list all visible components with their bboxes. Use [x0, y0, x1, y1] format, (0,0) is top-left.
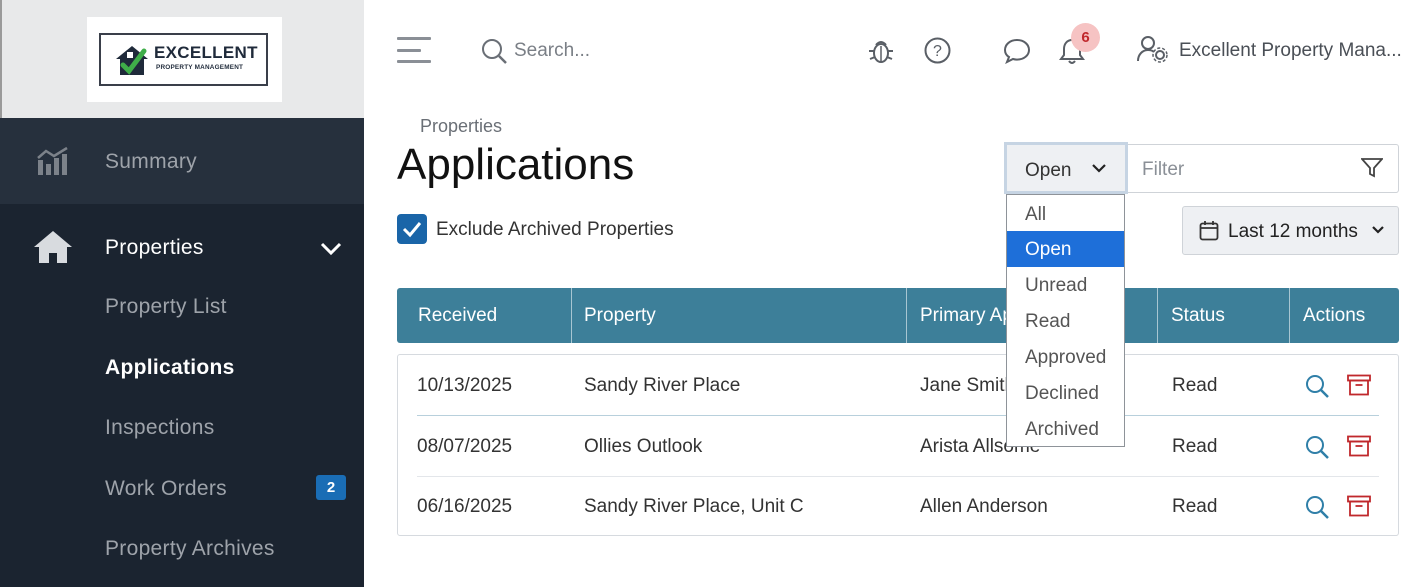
- bug-icon[interactable]: [868, 37, 894, 65]
- archive-icon[interactable]: [1347, 495, 1371, 517]
- table-row[interactable]: 08/07/2025 Ollies Outlook Arista Allsome…: [398, 416, 1398, 476]
- logo-text: EXCELLENT: [154, 43, 258, 62]
- table-row[interactable]: 10/13/2025 Sandy River Place Jane Smith …: [398, 355, 1398, 415]
- date-range-label: Last 12 months: [1228, 221, 1358, 242]
- chart-icon: [37, 146, 68, 175]
- status-filter-select[interactable]: Open: [1004, 142, 1128, 194]
- cell-received: 08/07/2025: [417, 436, 513, 457]
- status-option-read[interactable]: Read: [1007, 303, 1124, 339]
- breadcrumb[interactable]: Properties: [420, 116, 502, 137]
- cell-property: Sandy River Place, Unit C: [584, 496, 804, 517]
- applications-table: 10/13/2025 Sandy River Place Jane Smith …: [397, 354, 1399, 536]
- status-option-unread[interactable]: Unread: [1007, 267, 1124, 303]
- table-row[interactable]: 06/16/2025 Sandy River Place, Unit C All…: [398, 476, 1398, 536]
- date-range-button[interactable]: Last 12 months: [1182, 206, 1399, 255]
- cell-property: Sandy River Place: [584, 375, 741, 396]
- column-header-primary-applicant[interactable]: Primary Ap: [920, 288, 1013, 343]
- search-icon[interactable]: [481, 38, 507, 64]
- cell-received: 06/16/2025: [417, 496, 513, 517]
- logo-house-icon: [116, 46, 148, 75]
- user-menu[interactable]: Excellent Property Mana...: [1179, 40, 1402, 62]
- sidebar-item-applications[interactable]: Applications: [105, 356, 235, 380]
- search-input[interactable]: Search...: [514, 40, 590, 62]
- cell-property: Ollies Outlook: [584, 436, 703, 457]
- chevron-down-icon: [1372, 226, 1384, 234]
- chat-icon[interactable]: [1003, 38, 1031, 64]
- view-icon[interactable]: [1305, 435, 1329, 459]
- sidebar-item-properties[interactable]: Properties: [0, 210, 364, 286]
- filter-icon[interactable]: [1361, 158, 1383, 178]
- cell-applicant: Allen Anderson: [920, 496, 1048, 517]
- notification-badge: 6: [1071, 23, 1100, 52]
- status-option-open[interactable]: Open: [1007, 231, 1124, 267]
- chevron-down-icon: [1092, 164, 1106, 173]
- filter-input[interactable]: Filter: [1128, 144, 1399, 193]
- status-filter-value: Open: [1025, 160, 1072, 181]
- status-filter-dropdown: All Open Unread Read Approved Declined A…: [1006, 194, 1125, 447]
- sidebar: EXCELLENT PROPERTY MANAGEMENT Summary Pr…: [0, 0, 364, 587]
- cell-applicant: Jane Smith: [920, 375, 1016, 396]
- calendar-icon: [1199, 221, 1219, 241]
- checkmark-icon: [402, 222, 422, 238]
- column-header-received[interactable]: Received: [418, 288, 497, 343]
- status-option-all[interactable]: All: [1007, 196, 1124, 232]
- sidebar-item-label: Properties: [105, 236, 204, 259]
- chevron-down-icon: [320, 242, 342, 256]
- column-header-actions: Actions: [1303, 305, 1366, 326]
- sidebar-item-work-orders[interactable]: Work Orders: [105, 477, 227, 501]
- company-logo[interactable]: EXCELLENT PROPERTY MANAGEMENT: [87, 17, 282, 102]
- filter-placeholder: Filter: [1142, 159, 1185, 180]
- status-option-archived[interactable]: Archived: [1007, 411, 1124, 447]
- cell-status: Read: [1172, 375, 1218, 396]
- work-orders-badge: 2: [316, 475, 346, 500]
- cell-received: 10/13/2025: [417, 375, 513, 396]
- page-title: Applications: [397, 140, 635, 189]
- archive-icon[interactable]: [1347, 435, 1371, 457]
- home-icon: [34, 231, 72, 263]
- exclude-archived-label[interactable]: Exclude Archived Properties: [436, 219, 674, 241]
- cell-status: Read: [1172, 436, 1218, 457]
- archive-icon[interactable]: [1347, 374, 1371, 396]
- help-icon[interactable]: ?: [924, 37, 951, 64]
- view-icon[interactable]: [1305, 495, 1329, 519]
- menu-toggle-button[interactable]: [397, 37, 431, 65]
- status-option-approved[interactable]: Approved: [1007, 339, 1124, 375]
- logo-subtext: PROPERTY MANAGEMENT: [156, 64, 244, 71]
- view-icon[interactable]: [1305, 374, 1329, 398]
- table-header: Received Property Primary Ap Status Acti…: [397, 288, 1399, 343]
- cell-status: Read: [1172, 496, 1218, 517]
- sidebar-item-property-archives[interactable]: Property Archives: [105, 537, 275, 561]
- column-header-status[interactable]: Status: [1171, 288, 1225, 343]
- logo-area: EXCELLENT PROPERTY MANAGEMENT: [0, 0, 364, 118]
- sidebar-item-label: Summary: [105, 150, 197, 173]
- sidebar-item-property-list[interactable]: Property List: [105, 295, 227, 319]
- svg-text:?: ?: [933, 43, 942, 60]
- sidebar-item-inspections[interactable]: Inspections: [105, 416, 215, 440]
- column-header-property[interactable]: Property: [584, 288, 656, 343]
- user-settings-icon[interactable]: [1137, 35, 1169, 63]
- sidebar-item-summary[interactable]: Summary: [0, 118, 364, 204]
- exclude-archived-checkbox[interactable]: [397, 214, 427, 244]
- status-option-declined[interactable]: Declined: [1007, 375, 1124, 411]
